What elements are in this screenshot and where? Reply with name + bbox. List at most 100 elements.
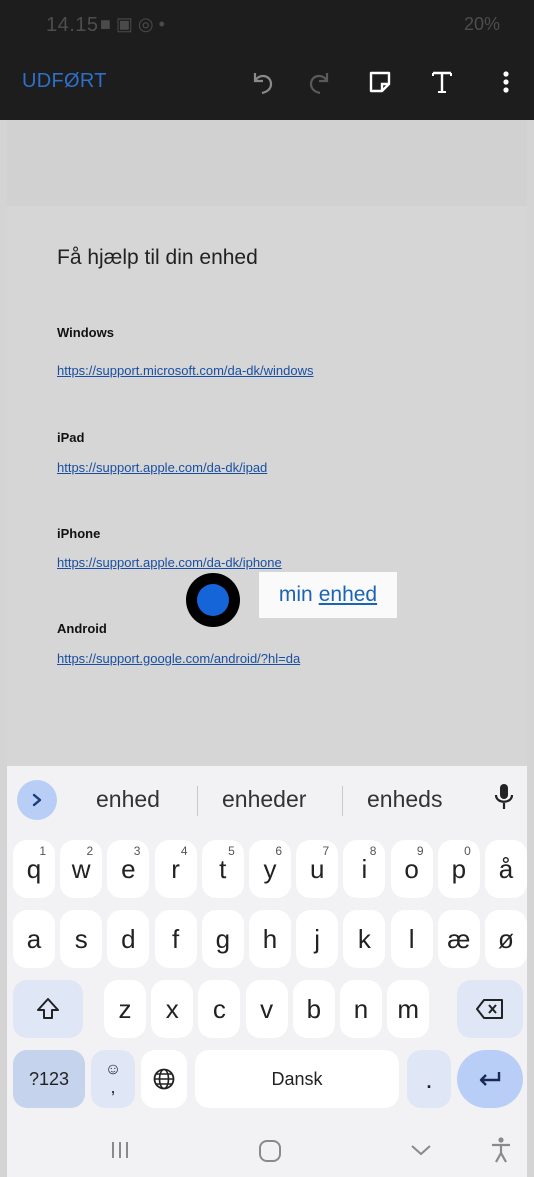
- link-windows[interactable]: https://support.microsoft.com/da-dk/wind…: [57, 363, 314, 378]
- link-ipad[interactable]: https://support.apple.com/da-dk/ipad: [57, 460, 267, 475]
- cursor-handle[interactable]: [186, 573, 240, 627]
- key-w[interactable]: w2: [60, 840, 103, 898]
- key-a[interactable]: a: [13, 910, 55, 968]
- globe-icon: [153, 1068, 175, 1090]
- space-bar[interactable]: Dansk: [195, 1050, 399, 1108]
- key-d[interactable]: d: [107, 910, 150, 968]
- key-k-label: k: [357, 923, 371, 954]
- text-format-icon[interactable]: [424, 64, 460, 100]
- key-f[interactable]: f: [154, 910, 197, 968]
- document-page[interactable]: Få hjælp til din enhed Windows https://s…: [7, 206, 527, 766]
- key-v[interactable]: v: [245, 980, 288, 1038]
- comma-label: ,: [110, 1077, 116, 1097]
- key-j[interactable]: j: [296, 910, 339, 968]
- key-å[interactable]: å: [485, 840, 527, 898]
- key-y[interactable]: y6: [249, 840, 291, 898]
- key-x[interactable]: x: [151, 980, 194, 1038]
- emoji-icon: ☺: [104, 1061, 122, 1078]
- key-t-label: t: [219, 853, 227, 884]
- key-p[interactable]: p0: [437, 840, 480, 898]
- section-title-android: Android: [57, 621, 107, 636]
- period-key[interactable]: .: [407, 1050, 451, 1108]
- microphone-icon[interactable]: [493, 782, 515, 817]
- key-o[interactable]: o9: [390, 840, 433, 898]
- key-b[interactable]: b: [292, 980, 335, 1038]
- key-c[interactable]: c: [198, 980, 241, 1038]
- system-nav-bar: [0, 1130, 534, 1177]
- key-r-label: r: [171, 853, 180, 884]
- chevron-right-icon: [32, 793, 42, 807]
- key-e[interactable]: e3: [107, 840, 150, 898]
- key-o-label: o: [404, 853, 419, 884]
- key-r-hint: 4: [180, 844, 188, 858]
- suggestion-2[interactable]: enheder: [222, 786, 306, 813]
- accessibility-icon[interactable]: [488, 1136, 514, 1169]
- key-h-label: h: [262, 923, 278, 954]
- status-time: 14.15: [46, 14, 99, 36]
- enter-icon: [479, 1072, 501, 1086]
- enter-key[interactable]: [457, 1050, 523, 1108]
- recent-apps-icon[interactable]: [108, 1138, 132, 1167]
- home-icon[interactable]: [257, 1138, 283, 1169]
- key-a-label: a: [26, 923, 42, 954]
- suggestion-divider: [342, 786, 343, 816]
- key-ø[interactable]: ø: [485, 910, 527, 968]
- key-i[interactable]: i8: [343, 840, 386, 898]
- key-ø-label: ø: [498, 923, 514, 954]
- key-k[interactable]: k: [343, 910, 386, 968]
- suggestion-strip: enhed enheder enheds: [7, 766, 527, 830]
- key-g[interactable]: g: [201, 910, 244, 968]
- key-n[interactable]: n: [340, 980, 382, 1038]
- page-margin-area: [7, 120, 527, 206]
- key-z[interactable]: z: [104, 980, 146, 1038]
- text-edit-box[interactable]: min enhed: [259, 572, 397, 618]
- link-iphone[interactable]: https://support.apple.com/da-dk/iphone: [57, 555, 282, 570]
- key-y-hint: 6: [275, 844, 282, 858]
- key-h[interactable]: h: [249, 910, 291, 968]
- key-s-label: s: [74, 923, 88, 954]
- key-i-hint: 8: [369, 844, 377, 858]
- shift-key[interactable]: [13, 980, 83, 1038]
- cursor-handle-dot: [197, 584, 229, 616]
- undo-icon[interactable]: [244, 64, 280, 100]
- key-p-label: p: [451, 853, 467, 884]
- notification-icons: ■ ▣ ◎ •: [100, 14, 165, 34]
- key-s[interactable]: s: [60, 910, 103, 968]
- sticky-note-icon[interactable]: [362, 64, 398, 100]
- key-m[interactable]: m: [387, 980, 430, 1038]
- key-t-hint: 5: [228, 844, 235, 858]
- suggestion-3[interactable]: enheds: [367, 786, 442, 813]
- key-c-label: c: [212, 993, 226, 1024]
- key-e-label: e: [121, 853, 136, 884]
- key-æ-label: æ: [447, 923, 471, 954]
- symbols-key[interactable]: ?123: [13, 1050, 85, 1108]
- document-heading: Få hjælp til din enhed: [57, 246, 258, 269]
- battery-percent: 20%: [463, 14, 500, 34]
- key-f-label: f: [171, 923, 180, 954]
- key-j-label: j: [314, 923, 321, 954]
- link-android[interactable]: https://support.google.com/android/?hl=d…: [57, 651, 300, 666]
- edit-text-word2: enhed: [318, 583, 378, 606]
- suggestion-1[interactable]: enhed: [96, 786, 160, 813]
- backspace-key[interactable]: [457, 980, 523, 1038]
- more-options-icon[interactable]: [488, 64, 524, 100]
- done-button[interactable]: UDFØRT: [22, 70, 107, 93]
- key-q[interactable]: q1: [13, 840, 55, 898]
- emoji-comma-key[interactable]: ☺ ,: [91, 1050, 135, 1108]
- redo-icon[interactable]: [302, 64, 338, 100]
- key-i-label: i: [361, 853, 368, 884]
- key-l[interactable]: l: [390, 910, 433, 968]
- back-hide-keyboard-icon[interactable]: [408, 1140, 434, 1165]
- key-o-hint: 9: [416, 844, 424, 858]
- key-t[interactable]: t5: [201, 840, 244, 898]
- key-u[interactable]: u7: [296, 840, 339, 898]
- language-key[interactable]: [141, 1050, 187, 1108]
- key-v-label: v: [260, 993, 274, 1024]
- keyboard: enhed enheder enheds ?123 ☺ , Dansk . q1…: [7, 766, 527, 1177]
- key-r[interactable]: r4: [154, 840, 197, 898]
- expand-toolbar-button[interactable]: [17, 780, 57, 820]
- key-æ[interactable]: æ: [437, 910, 480, 968]
- key-e-hint: 3: [133, 844, 141, 858]
- section-title-iphone: iPhone: [57, 526, 101, 541]
- status-bar: 14.15 ■ ▣ ◎ • 20%: [0, 0, 534, 44]
